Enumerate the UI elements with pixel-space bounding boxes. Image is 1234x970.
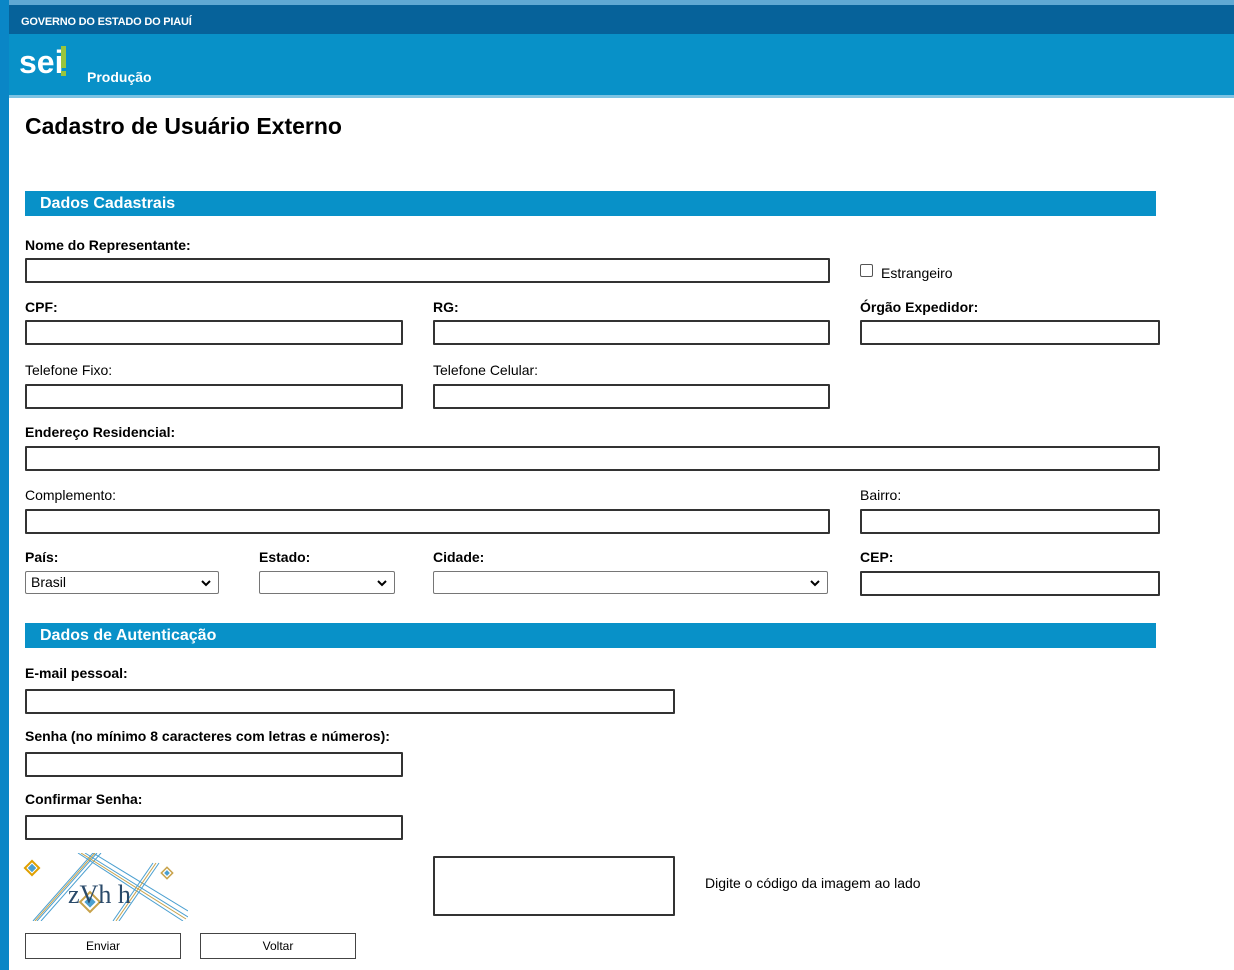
rg-input[interactable]: [433, 320, 830, 345]
bairro-input[interactable]: [860, 509, 1160, 534]
confirmar-senha-input[interactable]: [25, 815, 403, 840]
environment-label: Produção: [87, 69, 152, 85]
captcha-text: zVh h: [68, 880, 131, 909]
section-dados-autenticacao: Dados de Autenticação: [25, 623, 1156, 648]
cidade-select[interactable]: [433, 571, 828, 594]
orgao-expedidor-input[interactable]: [860, 320, 1160, 345]
telefone-celular-input[interactable]: [433, 384, 830, 409]
cpf-label: CPF:: [25, 299, 58, 315]
nome-representante-label: Nome do Representante:: [25, 237, 191, 253]
cep-input[interactable]: [860, 571, 1160, 596]
left-accent-bar: [0, 0, 9, 970]
chevron-down-icon: [810, 580, 820, 587]
complemento-label: Complemento:: [25, 487, 117, 503]
chevron-down-icon: [201, 580, 211, 587]
enviar-button[interactable]: Enviar: [25, 933, 181, 959]
orgao-expedidor-label: Órgão Expedidor:: [860, 299, 979, 315]
system-header: sei Produção: [9, 34, 1234, 95]
voltar-button[interactable]: Voltar: [200, 933, 356, 959]
pais-label: País:: [25, 549, 59, 565]
chevron-down-icon: [377, 580, 387, 587]
cep-label: CEP:: [860, 549, 894, 565]
sei-logo-text: sei: [19, 44, 63, 80]
cpf-input[interactable]: [25, 320, 403, 345]
captcha-input[interactable]: [433, 856, 675, 916]
rg-label: RG:: [433, 299, 459, 315]
telefone-fixo-input[interactable]: [25, 384, 403, 409]
senha-input[interactable]: [25, 752, 403, 777]
endereco-input[interactable]: [25, 446, 1160, 471]
captcha-hint: Digite o código da imagem ao lado: [705, 875, 921, 891]
header-underline: [9, 95, 1234, 98]
section-dados-cadastrais: Dados Cadastrais: [25, 191, 1156, 216]
confirmar-senha-label: Confirmar Senha:: [25, 791, 143, 807]
government-bar: GOVERNO DO ESTADO DO PIAUÍ: [9, 5, 1234, 34]
telefone-celular-label: Telefone Celular:: [433, 362, 539, 378]
page-title: Cadastro de Usuário Externo: [25, 113, 342, 139]
estrangeiro-label[interactable]: Estrangeiro: [881, 265, 953, 281]
email-label: E-mail pessoal:: [25, 665, 128, 681]
estado-label: Estado:: [259, 549, 311, 565]
captcha-image: zVh h: [23, 853, 188, 921]
nome-representante-input[interactable]: [25, 258, 830, 283]
complemento-input[interactable]: [25, 509, 830, 534]
email-input[interactable]: [25, 689, 675, 714]
senha-label: Senha (no mínimo 8 caracteres com letras…: [25, 728, 390, 744]
endereco-label: Endereço Residencial:: [25, 424, 176, 440]
sei-logo[interactable]: sei: [19, 43, 69, 83]
government-title: GOVERNO DO ESTADO DO PIAUÍ: [21, 16, 192, 28]
bairro-label: Bairro:: [860, 487, 902, 503]
pais-select[interactable]: Brasil: [25, 571, 219, 594]
estado-select[interactable]: [259, 571, 395, 594]
telefone-fixo-label: Telefone Fixo:: [25, 362, 113, 378]
cidade-label: Cidade:: [433, 549, 485, 565]
estrangeiro-checkbox[interactable]: [860, 264, 873, 277]
pais-selected-value: Brasil: [31, 574, 67, 590]
